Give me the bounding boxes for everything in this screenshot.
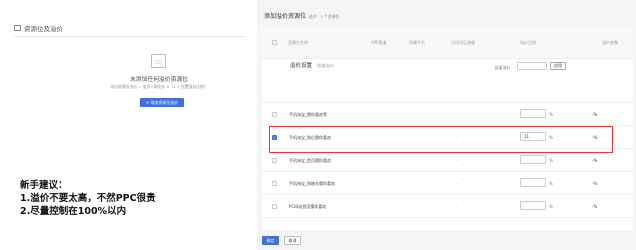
premium-input[interactable] [520,155,546,164]
selected-count: 选中：1 个资源位 [309,14,340,19]
right-panel: 添加溢价资源位 选中：1 个资源位 资源位名称 APP渠道 所属平台 日均可见流量… [257,0,636,250]
table-row: 手机淘宝_购物车猜你喜欢 - - - % -% [262,172,633,195]
col-platform: 所属平台 [409,40,425,45]
row-resource-name: PC网站首页猜你喜欢 [289,204,327,209]
row-resource-name: 手机淘宝_首页猜你喜欢 [289,158,331,163]
section-title: 资源位及溢价 [24,25,63,33]
dialog-footer: 确定 取消 [257,232,636,250]
col-traffic: 日均可见流量 [451,40,475,45]
premium-effect: -% [592,112,598,117]
confirm-button[interactable]: 确定 [262,236,279,245]
col-app-channel: APP渠道 [371,40,387,45]
table-row: 手机淘宝_猜你喜欢等 - - - % -% [262,103,633,126]
row-checkbox[interactable] [272,112,277,117]
premium-input[interactable] [520,109,546,118]
col-resource-name: 资源位名称 [288,40,308,45]
highlight-box [269,126,613,153]
premium-input[interactable] [520,201,546,210]
table-row: PC网站首页猜你喜欢 - - - % -% [262,195,633,218]
empty-state-icon: □□ [151,54,166,68]
section-header: 资源位及溢价 [14,23,63,33]
newbie-tip: 新手建议： 1.溢价不要太高，不然PPC很贵 2.尽量控制在100%以内 [20,179,156,218]
select-all-checkbox[interactable] [272,40,277,45]
row-resource-name: 手机淘宝_猜你喜欢等 [289,112,327,117]
premium-effect: -% [592,204,598,209]
apply-button[interactable]: 应用 [550,62,566,70]
premium-effect: -% [592,158,598,163]
row-checkbox[interactable] [272,158,277,163]
cancel-button[interactable]: 取消 [284,236,301,245]
add-resource-premium-button[interactable]: + 添加资源位溢价 [140,98,184,107]
tip-line-2: 2.尽量控制在100%以内 [20,206,127,217]
row-resource-name: 手机淘宝_购物车猜你喜欢 [289,181,335,186]
col-premium-ratio: 溢价比例 [520,40,536,45]
bulk-setting-label: 溢价设置 （批量溢价） [290,63,337,69]
col-premium-effect: 溢价效果 [602,40,618,45]
resource-table: 资源位名称 APP渠道 所属平台 日均可见流量 溢价比例 溢价效果 溢价设置 （批… [262,27,633,230]
premium-input[interactable] [520,178,546,187]
row-checkbox[interactable] [272,204,277,209]
premium-effect: -% [592,181,598,186]
tip-heading: 新手建议： [20,180,68,191]
table-header: 资源位名称 APP渠道 所属平台 日均可见流量 溢价比例 溢价效果 [262,27,633,59]
tip-line-1: 1.溢价不要太高，不然PPC很贵 [20,193,156,204]
bulk-premium-input[interactable] [517,62,547,70]
bulk-premium-label: 批量溢价 [495,65,511,70]
row-checkbox[interactable] [272,181,277,186]
panel-icon [14,25,21,31]
divider [14,36,245,37]
dialog-title: 添加溢价资源位 选中：1 个资源位 [264,13,340,20]
